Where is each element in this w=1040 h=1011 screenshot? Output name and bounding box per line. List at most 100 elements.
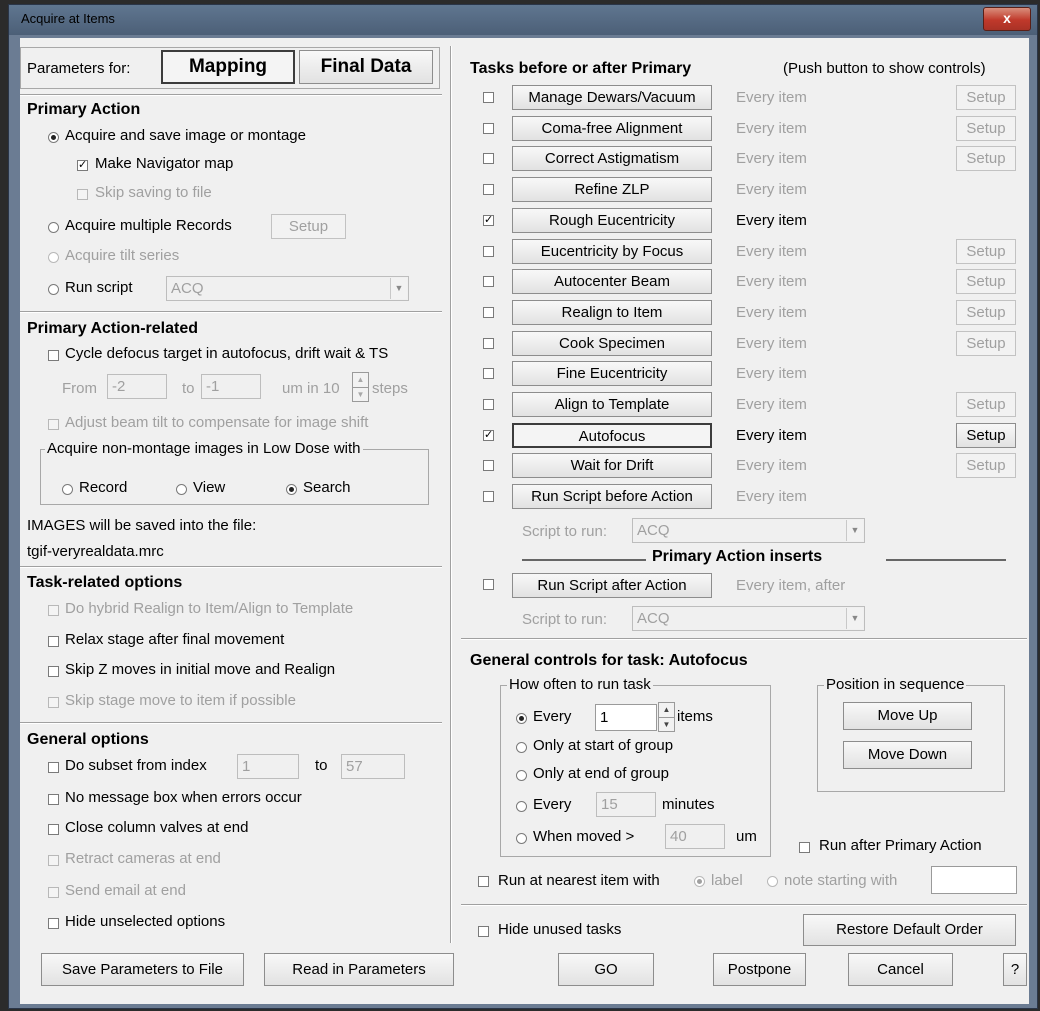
restore-default-order-button[interactable]: Restore Default Order xyxy=(803,914,1016,946)
run-after-script-checkbox[interactable] xyxy=(483,579,494,590)
low-dose-view-radio[interactable] xyxy=(176,484,187,495)
task-setup-button[interactable]: Setup xyxy=(956,269,1016,294)
run-nearest-checkbox[interactable] xyxy=(478,876,489,887)
move-down-button[interactable]: Move Down xyxy=(843,741,972,769)
dialog-client: Parameters for: Mapping Final Data Prima… xyxy=(20,38,1029,1004)
final-data-button[interactable]: Final Data xyxy=(299,50,433,84)
acquire-save-radio[interactable] xyxy=(48,132,59,143)
mapping-button[interactable]: Mapping xyxy=(161,50,295,84)
task-checkbox[interactable] xyxy=(483,246,494,257)
no-message-checkbox[interactable] xyxy=(48,794,59,805)
when-moved-radio[interactable] xyxy=(516,833,527,844)
go-button[interactable]: GO xyxy=(558,953,654,986)
task-checkbox[interactable] xyxy=(483,92,494,103)
run-script-radio[interactable] xyxy=(48,284,59,295)
retract-checkbox[interactable] xyxy=(48,855,59,866)
task-setup-button[interactable]: Setup xyxy=(956,453,1016,478)
task-checkbox[interactable] xyxy=(483,399,494,410)
relax-stage-checkbox[interactable] xyxy=(48,636,59,647)
acquire-multiple-radio[interactable] xyxy=(48,222,59,233)
task-button[interactable]: Run Script before Action xyxy=(512,484,712,509)
hybrid-checkbox[interactable] xyxy=(48,605,59,616)
close-valves-checkbox[interactable] xyxy=(48,824,59,835)
hide-unselected-checkbox[interactable] xyxy=(48,918,59,929)
task-checkbox[interactable]: ✓ xyxy=(483,430,494,441)
nearest-note-radio[interactable] xyxy=(767,876,778,887)
task-button[interactable]: Refine ZLP xyxy=(512,177,712,202)
adjust-tilt-checkbox[interactable] xyxy=(48,419,59,430)
run-script-after-button[interactable]: Run Script after Action xyxy=(512,573,712,598)
task-setup-button[interactable]: Setup xyxy=(956,392,1016,417)
help-button[interactable]: ? xyxy=(1003,953,1027,986)
task-button[interactable]: Correct Astigmatism xyxy=(512,146,712,171)
only-start-radio[interactable] xyxy=(516,742,527,753)
title-bar[interactable]: Acquire at Items x xyxy=(9,5,1037,35)
close-button[interactable]: x xyxy=(983,7,1031,31)
acquire-multiple-label: Acquire multiple Records xyxy=(65,217,232,234)
task-checkbox[interactable] xyxy=(483,368,494,379)
task-button[interactable]: Wait for Drift xyxy=(512,453,712,478)
task-button[interactable]: Autocenter Beam xyxy=(512,269,712,294)
defocus-from-field[interactable]: -2 xyxy=(107,374,167,399)
task-checkbox[interactable] xyxy=(483,276,494,287)
only-end-radio[interactable] xyxy=(516,770,527,781)
task-checkbox[interactable] xyxy=(483,184,494,195)
move-up-button[interactable]: Move Up xyxy=(843,702,972,730)
task-setup-button[interactable]: Setup xyxy=(956,85,1016,110)
task-checkbox[interactable] xyxy=(483,123,494,134)
run-script-combo[interactable]: ACQ ▼ xyxy=(166,276,409,301)
save-parameters-button[interactable]: Save Parameters to File xyxy=(41,953,244,986)
defocus-to-field[interactable]: -1 xyxy=(201,374,261,399)
task-setup-button[interactable]: Setup xyxy=(956,331,1016,356)
task-checkbox[interactable] xyxy=(483,491,494,502)
task-checkbox[interactable] xyxy=(483,460,494,471)
task-button[interactable]: Rough Eucentricity xyxy=(512,208,712,233)
nearest-label-radio[interactable] xyxy=(694,876,705,887)
task-button[interactable]: Realign to Item xyxy=(512,300,712,325)
task-button[interactable]: Autofocus xyxy=(512,423,712,448)
subset-checkbox[interactable] xyxy=(48,762,59,773)
task-button[interactable]: Coma-free Alignment xyxy=(512,116,712,141)
skip-z-checkbox[interactable] xyxy=(48,666,59,677)
make-nav-map-checkbox[interactable]: ✓ xyxy=(77,160,88,171)
cancel-button[interactable]: Cancel xyxy=(848,953,953,986)
low-dose-search-radio[interactable] xyxy=(286,484,297,495)
task-checkbox[interactable] xyxy=(483,307,494,318)
subset-to-field[interactable]: 57 xyxy=(341,754,405,779)
task-setup-button[interactable]: Setup xyxy=(956,300,1016,325)
task-setup-button[interactable]: Setup xyxy=(956,116,1016,141)
every-minutes-radio[interactable] xyxy=(516,801,527,812)
skip-saving-checkbox[interactable] xyxy=(77,189,88,200)
cycle-defocus-checkbox[interactable] xyxy=(48,350,59,361)
steps-spinner[interactable]: ▲ ▼ xyxy=(352,372,369,402)
acquire-tilt-radio[interactable] xyxy=(48,252,59,263)
low-dose-record-radio[interactable] xyxy=(62,484,73,495)
every-items-radio[interactable] xyxy=(516,713,527,724)
task-button[interactable]: Fine Eucentricity xyxy=(512,361,712,386)
task-button[interactable]: Eucentricity by Focus xyxy=(512,239,712,264)
task-setup-button[interactable]: Setup xyxy=(956,239,1016,264)
moved-distance-field[interactable]: 40 xyxy=(665,824,725,849)
acquire-multiple-setup-button[interactable]: Setup xyxy=(271,214,346,239)
task-checkbox[interactable] xyxy=(483,338,494,349)
skip-stage-checkbox[interactable] xyxy=(48,697,59,708)
read-parameters-button[interactable]: Read in Parameters xyxy=(264,953,454,986)
task-checkbox[interactable] xyxy=(483,153,494,164)
before-script-combo[interactable]: ACQ ▼ xyxy=(632,518,865,543)
task-setup-button[interactable]: Setup xyxy=(956,423,1016,448)
note-text-field[interactable] xyxy=(931,866,1017,894)
hide-unused-checkbox[interactable] xyxy=(478,926,489,937)
subset-from-field[interactable]: 1 xyxy=(237,754,299,779)
every-items-spinner[interactable]: ▲ ▼ xyxy=(658,702,675,732)
task-button[interactable]: Align to Template xyxy=(512,392,712,417)
postpone-button[interactable]: Postpone xyxy=(713,953,806,986)
task-setup-button[interactable]: Setup xyxy=(956,146,1016,171)
task-checkbox[interactable]: ✓ xyxy=(483,215,494,226)
send-email-checkbox[interactable] xyxy=(48,887,59,898)
after-script-combo[interactable]: ACQ ▼ xyxy=(632,606,865,631)
minutes-field[interactable]: 15 xyxy=(596,792,656,817)
task-button[interactable]: Manage Dewars/Vacuum xyxy=(512,85,712,110)
run-after-primary-checkbox[interactable] xyxy=(799,842,810,853)
every-items-field[interactable]: 1 xyxy=(595,704,657,731)
task-button[interactable]: Cook Specimen xyxy=(512,331,712,356)
